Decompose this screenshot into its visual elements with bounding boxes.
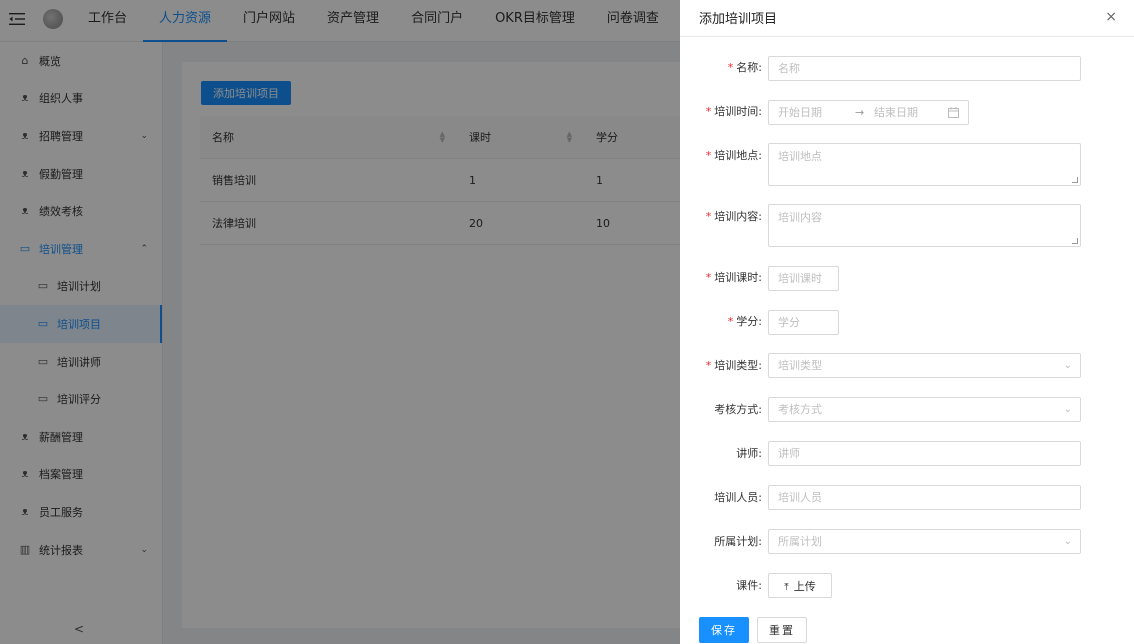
field-label-name: * 名称: xyxy=(728,60,762,76)
chevron-down-icon: ⌄ xyxy=(1063,535,1072,547)
calendar-icon xyxy=(948,106,959,118)
field-label-type: * 培训类型: xyxy=(706,358,762,374)
label-colon: : xyxy=(758,315,762,328)
required-mark: * xyxy=(705,210,712,223)
location-textarea[interactable]: 培训地点 xyxy=(768,143,1081,186)
label-text: 课件 xyxy=(736,579,759,592)
hours-input[interactable]: 培训课时 xyxy=(768,266,839,291)
label-colon: : xyxy=(758,105,762,118)
field-label-assessment: 考核方式: xyxy=(714,402,762,418)
content-textarea[interactable]: 培训内容 xyxy=(768,204,1081,247)
trainees-input[interactable]: 培训人员 xyxy=(768,485,1081,510)
label-text: 培训时间 xyxy=(714,105,759,118)
label-colon: : xyxy=(758,359,762,372)
field-label-time: * 培训时间: xyxy=(706,104,762,120)
start-date-placeholder: 开始日期 xyxy=(778,105,822,119)
label-colon: : xyxy=(758,403,762,416)
placeholder: 所属计划 xyxy=(778,534,822,548)
resize-handle[interactable] xyxy=(1072,238,1078,244)
label-text: 名称 xyxy=(736,61,759,74)
arrow-right-icon: → xyxy=(855,105,865,119)
drawer-title: 添加培训项目 xyxy=(699,12,778,27)
placeholder: 培训类型 xyxy=(778,358,822,372)
required-mark: * xyxy=(705,105,712,118)
assessment-select[interactable]: 考核方式 ⌄ xyxy=(768,397,1081,422)
field-label-content: * 培训内容: xyxy=(706,209,762,225)
field-label-location: * 培训地点: xyxy=(706,148,762,164)
save-button[interactable]: 保存 xyxy=(699,617,749,643)
end-date-placeholder: 结束日期 xyxy=(874,105,918,119)
close-icon[interactable]: × xyxy=(1105,9,1117,25)
upload-label: 上传 xyxy=(793,579,816,593)
label-text: 培训课时 xyxy=(714,271,759,284)
field-label-courseware: 课件: xyxy=(736,578,762,594)
resize-handle[interactable] xyxy=(1072,177,1078,183)
label-colon: : xyxy=(758,271,762,284)
upload-icon: ⤒ xyxy=(784,581,789,593)
label-text: 培训内容 xyxy=(714,210,759,223)
placeholder: 培训地点 xyxy=(778,150,822,163)
placeholder: 培训人员 xyxy=(778,490,822,504)
credits-input[interactable]: 学分 xyxy=(768,310,839,335)
add-training-project-drawer: 添加培训项目 × * 名称: 名称 * 培训时间: 开始日期 → 结束日期 * 培训地… xyxy=(680,0,1134,644)
placeholder: 学分 xyxy=(778,315,800,329)
required-mark: * xyxy=(727,315,734,328)
label-colon: : xyxy=(758,579,762,592)
label-colon: : xyxy=(758,535,762,548)
field-label-hours: * 培训课时: xyxy=(706,270,762,286)
field-label-plan: 所属计划: xyxy=(714,534,762,550)
placeholder: 名称 xyxy=(778,61,800,75)
label-text: 所属计划 xyxy=(714,535,759,548)
field-label-credits: * 学分: xyxy=(728,314,762,330)
placeholder: 考核方式 xyxy=(778,402,822,416)
label-text: 考核方式 xyxy=(714,403,759,416)
chevron-down-icon: ⌄ xyxy=(1063,359,1072,371)
required-mark: * xyxy=(727,61,734,74)
field-label-trainees: 培训人员: xyxy=(714,490,762,506)
label-colon: : xyxy=(758,210,762,223)
label-text: 培训人员 xyxy=(714,491,759,504)
placeholder: 培训内容 xyxy=(778,211,822,224)
name-input[interactable]: 名称 xyxy=(768,56,1081,81)
required-mark: * xyxy=(705,359,712,372)
date-range-picker[interactable]: 开始日期 → 结束日期 xyxy=(768,100,969,125)
label-text: 学分 xyxy=(736,315,759,328)
required-mark: * xyxy=(705,271,712,284)
reset-button[interactable]: 重置 xyxy=(757,617,807,643)
label-text: 讲师 xyxy=(736,447,759,460)
label-text: 培训类型 xyxy=(714,359,759,372)
chevron-down-icon: ⌄ xyxy=(1063,403,1072,415)
label-colon: : xyxy=(758,447,762,460)
lecturer-input[interactable]: 讲师 xyxy=(768,441,1081,466)
field-label-lecturer: 讲师: xyxy=(736,446,762,462)
type-select[interactable]: 培训类型 ⌄ xyxy=(768,353,1081,378)
placeholder: 讲师 xyxy=(778,446,800,460)
required-mark: * xyxy=(705,149,712,162)
label-colon: : xyxy=(758,491,762,504)
label-colon: : xyxy=(758,149,762,162)
placeholder: 培训课时 xyxy=(778,271,822,285)
upload-button[interactable]: ⤒ 上传 xyxy=(768,573,832,598)
label-colon: : xyxy=(758,61,762,74)
drawer-header: 添加培训项目 × xyxy=(680,0,1134,37)
plan-select[interactable]: 所属计划 ⌄ xyxy=(768,529,1081,554)
label-text: 培训地点 xyxy=(714,149,759,162)
